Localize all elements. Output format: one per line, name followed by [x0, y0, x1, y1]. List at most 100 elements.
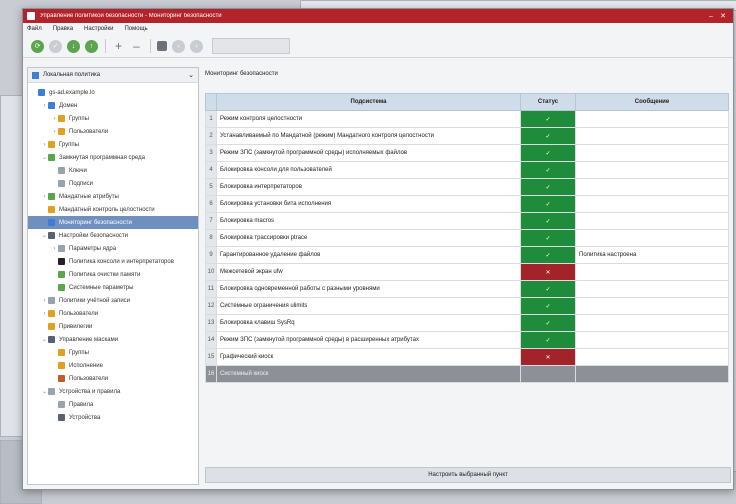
table-row[interactable]: 14 Режим ЗПС (замкнутой программной среды… [205, 331, 729, 349]
tree-header-label: Локальная политика [43, 72, 101, 78]
menu-file[interactable]: Файл [27, 26, 42, 32]
menu-edit[interactable]: Правка [53, 26, 73, 32]
table-row[interactable]: 16 Системный киоск [205, 365, 729, 383]
tree-node-icon [48, 206, 55, 213]
tree-item[interactable]: Устройства [28, 411, 198, 424]
tree-item[interactable]: › Пользователи [28, 125, 198, 138]
tree-item[interactable]: › Домен [28, 99, 198, 112]
column-header-subsystem[interactable]: Подсистема [216, 93, 521, 111]
tree-item[interactable]: Мандатный контроль целостности [28, 203, 198, 216]
expand-arrow-icon[interactable]: › [41, 103, 48, 109]
tree-item[interactable]: › Политики учётной записи [28, 294, 198, 307]
row-number: 16 [205, 365, 217, 383]
tree-item[interactable]: Подписи [28, 177, 198, 190]
minimize-button[interactable]: – [705, 13, 717, 20]
table-row[interactable]: 3 Режим ЗПС (замкнутой программной среды)… [205, 144, 729, 162]
tree-item[interactable]: › Параметры ядра [28, 242, 198, 255]
close-button[interactable]: ✕ [717, 12, 729, 20]
expand-arrow-icon[interactable]: › [41, 311, 48, 317]
tree-item[interactable]: gs-ad.example.lo [28, 86, 198, 99]
tree-item[interactable]: › Пользователи [28, 307, 198, 320]
app-icon [27, 12, 35, 20]
subsystem-cell: Блокировка трассировки ptrace [216, 229, 521, 247]
tree-item[interactable]: ⌄ Устройства и правила [28, 385, 198, 398]
tree-item[interactable]: Политика консоли и интерпретаторов [28, 255, 198, 268]
status-cell: ✓ [520, 178, 576, 196]
tree-item[interactable]: Группы [28, 346, 198, 359]
tree-item[interactable]: Системные параметры [28, 281, 198, 294]
add-button[interactable]: + [112, 39, 125, 53]
load-icon[interactable]: ↑ [85, 39, 98, 53]
back-icon[interactable]: ‹ [172, 39, 185, 53]
expand-arrow-icon[interactable]: ⌄ [41, 336, 48, 343]
chevron-down-icon[interactable]: ⌄ [188, 71, 194, 79]
subsystem-cell: Графический киоск [216, 348, 521, 366]
tree-node-icon [48, 336, 55, 343]
tree-item[interactable]: ⌄ Управление масками [28, 333, 198, 346]
tree-item[interactable]: Политика очистки памяти [28, 268, 198, 281]
table-row[interactable]: 9 Гарантированное удаление файлов ✓ Политик… [205, 246, 729, 264]
expand-arrow-icon[interactable]: › [51, 129, 58, 135]
tree-item[interactable]: Правила [28, 398, 198, 411]
column-header-status[interactable]: Статус [520, 93, 576, 111]
tree-item-label: Исполнение [69, 362, 103, 369]
menu-settings[interactable]: Настройки [84, 26, 113, 32]
table-row[interactable]: 2 Устанавливаемый по Мандатной (режим) Ма… [205, 127, 729, 145]
tree-item[interactable]: ⌄ Замкнутая программная среда [28, 151, 198, 164]
status-cell: ✓ [520, 127, 576, 145]
tree-item[interactable]: › Мандатные атрибуты [28, 190, 198, 203]
tree-item-label: Подписи [69, 180, 93, 187]
table-row[interactable]: 1 Режим контроля целостности ✓ [205, 110, 729, 128]
remove-button[interactable]: – [130, 39, 143, 53]
tree-item[interactable]: › Группы [28, 138, 198, 151]
message-cell [575, 110, 729, 128]
table-row[interactable]: 4 Блокировка консоли для пользователей ✓ [205, 161, 729, 179]
column-header-message[interactable]: Сообщение [575, 93, 729, 111]
tree-header[interactable]: Локальная политика ⌄ [28, 68, 198, 83]
configure-selected-button[interactable]: Настроить выбранный пункт [205, 467, 731, 483]
forward-icon[interactable]: › [190, 39, 203, 53]
tree-item-label: Мандатные атрибуты [59, 193, 119, 200]
message-cell: Политика настроена [575, 246, 729, 264]
tree-item[interactable]: Пользователи [28, 372, 198, 385]
delete-icon[interactable] [157, 41, 167, 51]
expand-arrow-icon[interactable]: ⌄ [41, 232, 48, 239]
tree-node-icon [48, 219, 55, 226]
tree-item[interactable]: Мониторинг безопасности [28, 216, 198, 229]
expand-arrow-icon[interactable]: › [51, 116, 58, 122]
tree-item[interactable]: › Группы [28, 112, 198, 125]
expand-arrow-icon[interactable]: › [41, 298, 48, 304]
expand-arrow-icon[interactable]: › [41, 194, 48, 200]
table-row[interactable]: 13 Блокировка клавиш SysRq ✓ [205, 314, 729, 332]
table-row[interactable]: 8 Блокировка трассировки ptrace ✓ [205, 229, 729, 247]
tree-item[interactable]: Привилегии [28, 320, 198, 333]
expand-arrow-icon[interactable]: › [51, 246, 58, 252]
row-number: 11 [205, 280, 217, 298]
toolbar: ⟳ ✓ ↓ ↑ + – ‹ › [23, 35, 733, 58]
toolbar-combo[interactable] [212, 38, 290, 54]
expand-arrow-icon[interactable]: ⌄ [41, 154, 48, 161]
table-row[interactable]: 10 Межсетевой экран ufw ✕ [205, 263, 729, 281]
title-bar[interactable]: Управление политикой безопасности - Мони… [23, 9, 733, 23]
table-row[interactable]: 6 Блокировка установки бита исполнения ✓ [205, 195, 729, 213]
table-row[interactable]: 11 Блокировка одновременной работы с разн… [205, 280, 729, 298]
status-cell: ✓ [520, 246, 576, 264]
menu-help[interactable]: Помощь [124, 26, 147, 32]
expand-arrow-icon[interactable]: › [41, 142, 48, 148]
tree-item[interactable]: ⌄ Настройки безопасности [28, 229, 198, 242]
table-row[interactable]: 7 Блокировка macros ✓ [205, 212, 729, 230]
tree-item-label: Системные параметры [69, 284, 134, 291]
policy-icon [32, 71, 39, 79]
message-cell [575, 161, 729, 179]
expand-arrow-icon[interactable]: ⌄ [41, 388, 48, 395]
table-row[interactable]: 5 Блокировка интерпретаторов ✓ [205, 178, 729, 196]
tree-item[interactable]: Ключи [28, 164, 198, 177]
message-cell [575, 297, 729, 315]
table-row[interactable]: 12 Системные ограничения ulimits ✓ [205, 297, 729, 315]
tree-item[interactable]: Исполнение [28, 359, 198, 372]
apply-icon[interactable]: ✓ [49, 39, 62, 53]
table-row[interactable]: 15 Графический киоск ✕ [205, 348, 729, 366]
refresh-icon[interactable]: ⟳ [31, 39, 44, 53]
save-icon[interactable]: ↓ [67, 39, 80, 53]
tree-item-label: Пользователи [59, 310, 99, 317]
